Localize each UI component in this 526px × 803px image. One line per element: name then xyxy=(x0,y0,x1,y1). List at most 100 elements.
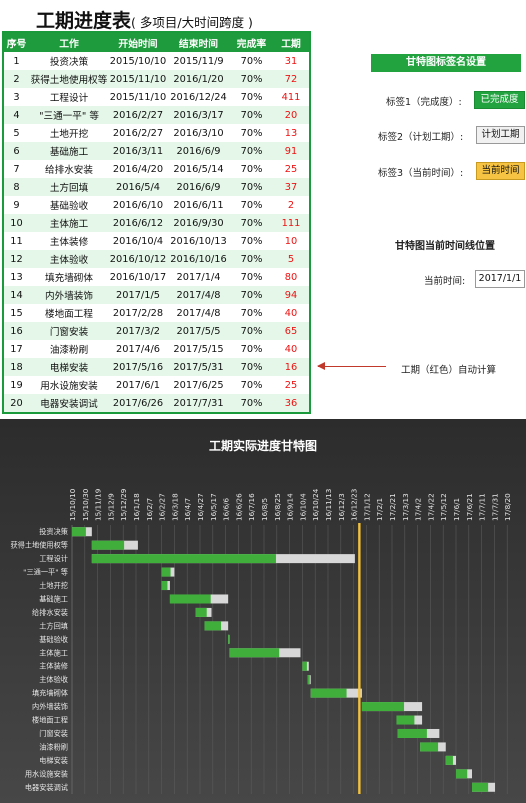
cell-task[interactable]: 主体验收 xyxy=(29,250,109,268)
cell-start[interactable]: 2015/11/10 xyxy=(109,70,167,88)
cell-start[interactable]: 2016/6/10 xyxy=(109,196,167,214)
cell-task[interactable]: 楼地面工程 xyxy=(29,304,109,322)
cell-completion[interactable]: 70% xyxy=(230,268,273,286)
cell-duration[interactable]: 411 xyxy=(273,88,310,106)
cell-index[interactable]: 20 xyxy=(3,394,29,413)
cell-start[interactable]: 2017/3/2 xyxy=(109,322,167,340)
cell-end[interactable]: 2017/6/25 xyxy=(167,376,230,394)
cell-start[interactable]: 2016/3/11 xyxy=(109,142,167,160)
cell-duration[interactable]: 37 xyxy=(273,178,310,196)
cell-index[interactable]: 5 xyxy=(3,124,29,142)
cell-end[interactable]: 2016/5/14 xyxy=(167,160,230,178)
cell-start[interactable]: 2016/6/12 xyxy=(109,214,167,232)
cell-start[interactable]: 2017/1/5 xyxy=(109,286,167,304)
cell-index[interactable]: 10 xyxy=(3,214,29,232)
cell-end[interactable]: 2015/11/9 xyxy=(167,52,230,70)
cell-index[interactable]: 6 xyxy=(3,142,29,160)
cell-end[interactable]: 2017/5/15 xyxy=(167,340,230,358)
cell-start[interactable]: 2016/10/4 xyxy=(109,232,167,250)
cell-duration[interactable]: 40 xyxy=(273,304,310,322)
cell-start[interactable]: 2016/5/4 xyxy=(109,178,167,196)
cell-task[interactable]: 填充墙砌体 xyxy=(29,268,109,286)
cell-start[interactable]: 2017/6/1 xyxy=(109,376,167,394)
cell-task[interactable]: 主体施工 xyxy=(29,214,109,232)
cell-index[interactable]: 15 xyxy=(3,304,29,322)
cell-task[interactable]: 给排水安装 xyxy=(29,160,109,178)
cell-start[interactable]: 2016/4/20 xyxy=(109,160,167,178)
cell-task[interactable]: 基础施工 xyxy=(29,142,109,160)
cell-index[interactable]: 11 xyxy=(3,232,29,250)
cell-duration[interactable]: 25 xyxy=(273,376,310,394)
cell-end[interactable]: 2016/1/20 xyxy=(167,70,230,88)
cell-task[interactable]: 工程设计 xyxy=(29,88,109,106)
cell-duration[interactable]: 5 xyxy=(273,250,310,268)
cell-completion[interactable]: 70% xyxy=(230,142,273,160)
cell-duration[interactable]: 13 xyxy=(273,124,310,142)
cell-completion[interactable]: 70% xyxy=(230,286,273,304)
cell-completion[interactable]: 70% xyxy=(230,250,273,268)
cell-completion[interactable]: 70% xyxy=(230,340,273,358)
cell-duration[interactable]: 36 xyxy=(273,394,310,413)
cell-duration[interactable]: 25 xyxy=(273,160,310,178)
cell-end[interactable]: 2016/6/11 xyxy=(167,196,230,214)
cell-end[interactable]: 2017/4/8 xyxy=(167,286,230,304)
cell-duration[interactable]: 94 xyxy=(273,286,310,304)
cell-completion[interactable]: 70% xyxy=(230,88,273,106)
cell-index[interactable]: 19 xyxy=(3,376,29,394)
cell-task[interactable]: 用水设施安装 xyxy=(29,376,109,394)
cell-completion[interactable]: 70% xyxy=(230,232,273,250)
cell-completion[interactable]: 70% xyxy=(230,196,273,214)
cell-task[interactable]: 电梯安装 xyxy=(29,358,109,376)
label2-value-cell[interactable]: 计划工期 xyxy=(476,126,525,144)
cell-task[interactable]: 基础验收 xyxy=(29,196,109,214)
cell-completion[interactable]: 70% xyxy=(230,358,273,376)
cell-duration[interactable]: 111 xyxy=(273,214,310,232)
cell-index[interactable]: 9 xyxy=(3,196,29,214)
cell-end[interactable]: 2017/7/31 xyxy=(167,394,230,413)
cell-index[interactable]: 14 xyxy=(3,286,29,304)
cell-end[interactable]: 2016/10/16 xyxy=(167,250,230,268)
cell-start[interactable]: 2016/2/27 xyxy=(109,106,167,124)
cell-completion[interactable]: 70% xyxy=(230,304,273,322)
cell-completion[interactable]: 70% xyxy=(230,394,273,413)
cell-end[interactable]: 2016/12/24 xyxy=(167,88,230,106)
cell-completion[interactable]: 70% xyxy=(230,106,273,124)
cell-end[interactable]: 2017/1/4 xyxy=(167,268,230,286)
cell-task[interactable]: 门窗安装 xyxy=(29,322,109,340)
cell-end[interactable]: 2016/6/9 xyxy=(167,178,230,196)
cell-end[interactable]: 2016/10/13 xyxy=(167,232,230,250)
cell-duration[interactable]: 20 xyxy=(273,106,310,124)
cell-end[interactable]: 2016/3/17 xyxy=(167,106,230,124)
cell-task[interactable]: 获得土地使用权等 xyxy=(29,70,109,88)
cell-start[interactable]: 2015/10/10 xyxy=(109,52,167,70)
cell-start[interactable]: 2017/5/16 xyxy=(109,358,167,376)
cell-completion[interactable]: 70% xyxy=(230,322,273,340)
cell-index[interactable]: 3 xyxy=(3,88,29,106)
cell-task[interactable]: "三通一平" 等 xyxy=(29,106,109,124)
cell-duration[interactable]: 2 xyxy=(273,196,310,214)
cell-completion[interactable]: 70% xyxy=(230,52,273,70)
cell-task[interactable]: 投资决策 xyxy=(29,52,109,70)
label1-value-cell[interactable]: 已完成度 xyxy=(474,91,525,109)
cell-duration[interactable]: 10 xyxy=(273,232,310,250)
cell-duration[interactable]: 72 xyxy=(273,70,310,88)
cell-duration[interactable]: 65 xyxy=(273,322,310,340)
cell-start[interactable]: 2016/10/12 xyxy=(109,250,167,268)
cell-duration[interactable]: 31 xyxy=(273,52,310,70)
cell-task[interactable]: 油漆粉刷 xyxy=(29,340,109,358)
cell-task[interactable]: 土地开挖 xyxy=(29,124,109,142)
cell-completion[interactable]: 70% xyxy=(230,376,273,394)
cell-start[interactable]: 2015/11/10 xyxy=(109,88,167,106)
label3-value-cell[interactable]: 当前时间 xyxy=(476,162,525,180)
cell-completion[interactable]: 70% xyxy=(230,70,273,88)
cell-index[interactable]: 18 xyxy=(3,358,29,376)
cell-start[interactable]: 2017/2/28 xyxy=(109,304,167,322)
cell-duration[interactable]: 91 xyxy=(273,142,310,160)
cell-end[interactable]: 2016/3/10 xyxy=(167,124,230,142)
cell-completion[interactable]: 70% xyxy=(230,160,273,178)
cell-start[interactable]: 2017/4/6 xyxy=(109,340,167,358)
cell-task[interactable]: 土方回填 xyxy=(29,178,109,196)
cell-end[interactable]: 2016/6/9 xyxy=(167,142,230,160)
cell-index[interactable]: 8 xyxy=(3,178,29,196)
cell-start[interactable]: 2016/10/17 xyxy=(109,268,167,286)
